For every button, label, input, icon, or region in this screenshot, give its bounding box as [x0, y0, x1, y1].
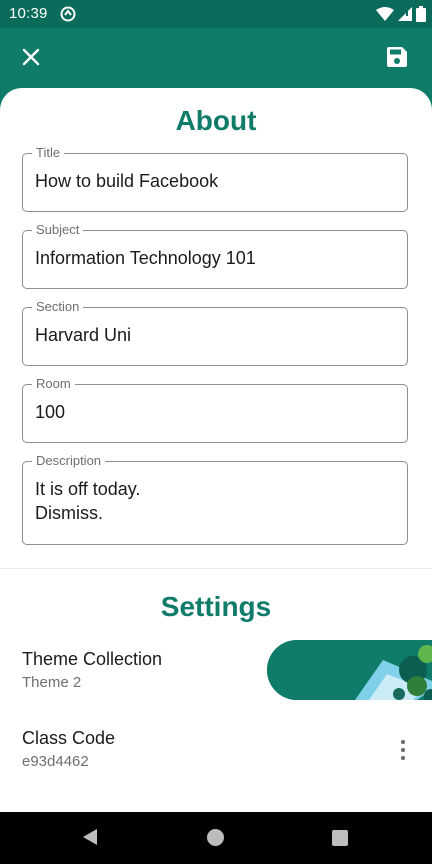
section-divider [0, 568, 432, 569]
system-nav-bar [0, 812, 432, 864]
app-bar [0, 28, 432, 90]
save-button[interactable] [382, 42, 412, 72]
more-vert-icon [401, 740, 405, 744]
description-field-label: Description [32, 453, 106, 469]
back-icon[interactable] [82, 828, 98, 846]
description-field[interactable]: Description It is off today. Dismiss. [22, 453, 408, 545]
theme-collection-label: Theme Collection [22, 649, 163, 669]
app-notification-icon [60, 6, 76, 22]
section-field-label: Section [32, 299, 84, 315]
title-field-value: How to build Facebook [35, 171, 219, 191]
section-field[interactable]: Section Harvard Uni [22, 299, 408, 366]
theme-collection-value: Theme 2 [22, 674, 82, 691]
room-field-label: Room [32, 376, 75, 392]
about-heading: About [175, 105, 257, 136]
class-code-label: Class Code [22, 728, 116, 748]
subject-field-value: Information Technology 101 [35, 248, 256, 268]
signal-icon [398, 7, 412, 21]
more-vert-dot [401, 756, 405, 760]
battery-icon [416, 6, 426, 22]
subject-field-label: Subject [32, 222, 84, 238]
class-code-value: e93d4462 [22, 753, 89, 770]
wifi-icon [376, 7, 394, 21]
description-field-value: It is off today. Dismiss. [35, 479, 141, 523]
room-field[interactable]: Room 100 [22, 376, 408, 443]
subject-field[interactable]: Subject Information Technology 101 [22, 222, 408, 289]
status-time: 10:39 [9, 5, 48, 22]
more-options-button[interactable] [392, 738, 414, 762]
title-field-label: Title [32, 145, 65, 161]
settings-heading: Settings [160, 591, 272, 622]
close-button[interactable] [16, 42, 46, 72]
more-vert-dot [401, 748, 405, 752]
home-icon[interactable] [207, 829, 224, 846]
section-field-value: Harvard Uni [35, 325, 132, 345]
title-field[interactable]: Title How to build Facebook [22, 145, 408, 212]
recents-icon[interactable] [332, 830, 348, 846]
close-icon [22, 48, 40, 66]
status-bar: 10:39 [0, 0, 432, 28]
class-code-row[interactable]: Class Code e93d4462 [0, 721, 432, 791]
save-icon [387, 47, 407, 67]
room-field-value: 100 [35, 402, 66, 422]
theme-preview[interactable] [267, 640, 432, 700]
theme-illustration [267, 640, 432, 700]
status-icons [376, 5, 426, 23]
